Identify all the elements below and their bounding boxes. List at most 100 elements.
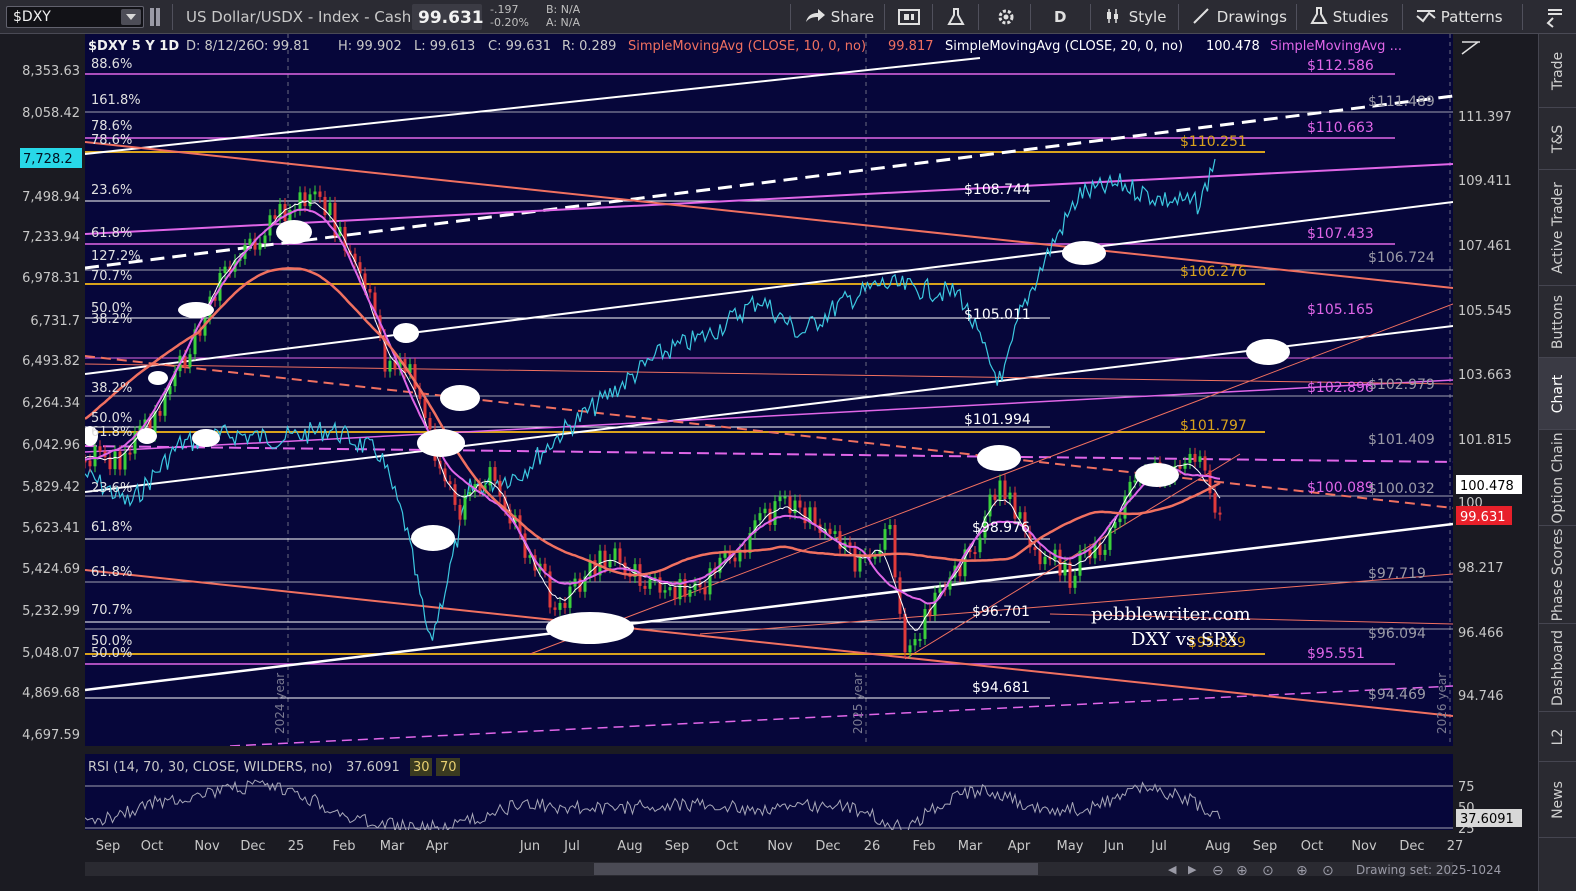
time-axis-tick-label: Dec: [240, 839, 265, 854]
side-tab-t-s[interactable]: T&S: [1539, 108, 1576, 170]
toolbar-separator: [884, 4, 885, 30]
rsi-axis-tick-label: 75: [1458, 780, 1475, 795]
candle-body: [618, 548, 622, 563]
white-price-label: $96.701: [972, 604, 1030, 620]
candle-body: [658, 577, 662, 593]
candle-body: [613, 548, 617, 561]
candle-body: [1213, 493, 1217, 513]
crosshair-icon[interactable]: ⊕: [1296, 863, 1308, 879]
instrument-description: US Dollar/USDX - Index - Cash: [186, 8, 412, 26]
gear-icon[interactable]: [996, 7, 1016, 27]
candle-body: [873, 556, 877, 559]
drawings-label: Drawings: [1216, 8, 1287, 26]
bid-ask: B: N/A A: N/A: [546, 3, 580, 29]
ask-value: A: N/A: [546, 16, 580, 29]
symbol-selector[interactable]: $DXY: [6, 6, 144, 28]
candle-body: [328, 202, 332, 216]
candle-body: [368, 289, 372, 293]
side-tab-buttons[interactable]: Buttons: [1539, 286, 1576, 358]
candle-body: [303, 192, 307, 207]
left-axis-tick-label: 6,042.96: [22, 438, 80, 453]
style-button[interactable]: Style: [1104, 0, 1166, 34]
side-tab-phase-scores[interactable]: Phase Scores: [1539, 526, 1576, 624]
symbol-input-value[interactable]: $DXY: [13, 9, 51, 25]
left-axis-tick-label: 5,623.41: [22, 521, 80, 536]
expand-panel-icon[interactable]: [1546, 6, 1564, 28]
patterns-button[interactable]: Patterns: [1416, 0, 1503, 34]
candle-body: [108, 457, 112, 470]
share-button[interactable]: Share: [804, 0, 874, 34]
candle-body: [128, 452, 132, 455]
candle-body: [493, 467, 497, 481]
time-axis-tick-label: Sep: [96, 839, 121, 854]
sma20-value: 100.478: [1206, 39, 1260, 54]
candle-body: [668, 587, 672, 591]
aggregation-period-button[interactable]: D: [1054, 0, 1066, 34]
zoom-in-icon[interactable]: ⊕: [1236, 863, 1248, 879]
save-layout-icon[interactable]: [898, 8, 920, 26]
link-chain-icon[interactable]: [148, 7, 162, 27]
time-axis-tick-label: Feb: [332, 839, 355, 854]
left-axis-tick-label: 5,048.07: [22, 646, 80, 661]
pan-icon[interactable]: ⊙: [1322, 863, 1334, 879]
change-absolute: -.197: [490, 3, 519, 16]
candle-body: [913, 639, 917, 646]
scrollbar-thumb[interactable]: [594, 863, 1038, 875]
last-price-tag-label: 99.631: [1460, 510, 1506, 525]
time-axis-tick-label: Mar: [958, 839, 983, 854]
side-tab-label: L2: [1550, 728, 1566, 745]
fib-percent-label: 70.7%: [91, 603, 132, 618]
last-price: 99.631: [418, 8, 484, 28]
toolbar-separator: [1178, 4, 1179, 30]
drawings-button[interactable]: Drawings: [1192, 0, 1287, 34]
toolbar-separator: [1090, 4, 1091, 30]
side-tab-dashboard[interactable]: Dashboard: [1539, 624, 1576, 712]
fib-percent-label: 61.8%: [91, 565, 132, 580]
candle-body: [463, 494, 467, 520]
symbol-period-label: $DXY 5 Y 1D: [88, 39, 179, 54]
side-tab-active-trader[interactable]: Active Trader: [1539, 170, 1576, 286]
zoom-out-icon[interactable]: ⊖: [1212, 863, 1224, 879]
candle-body: [388, 360, 392, 372]
studies-button[interactable]: Studies: [1310, 0, 1388, 34]
marker-oval: [1246, 339, 1290, 365]
drawing-set-label: Drawing set: 2025-1024: [1356, 863, 1501, 877]
scroll-right-icon[interactable]: ▶: [1188, 863, 1197, 876]
sma10-value: 99.817: [888, 39, 934, 54]
candle-body: [423, 398, 427, 418]
scroll-left-icon[interactable]: ◀: [1168, 863, 1177, 876]
time-axis-tick-label: Jun: [1103, 839, 1124, 854]
toolbar-separator: [1296, 4, 1297, 30]
side-tab-option-chain[interactable]: Option Chain: [1539, 430, 1576, 526]
magenta-price-label: $112.586: [1307, 58, 1374, 74]
symbol-dropdown-icon[interactable]: [121, 9, 141, 25]
fib-percent-label: 70.7%: [91, 269, 132, 284]
candle-body: [833, 531, 837, 534]
price-chart[interactable]: 2024 year 2025 year 2026 year 88.6% 161.8% 78…: [0, 34, 1538, 891]
toolbar-separator: [172, 4, 173, 30]
toolbar-separator: [932, 4, 933, 30]
net-change: -.197 -0.20%: [490, 3, 529, 29]
flask-icon[interactable]: [946, 7, 966, 27]
right-axis-tick-label: 101.815: [1458, 433, 1512, 448]
candle-body: [558, 602, 562, 610]
toolbar-separator: [790, 4, 791, 30]
fib-percent-label: 61.8%: [91, 425, 132, 440]
candle-body: [1003, 480, 1007, 500]
side-tab-news[interactable]: News: [1539, 762, 1576, 838]
side-tab-trade[interactable]: Trade: [1539, 34, 1576, 108]
candle-body: [648, 579, 652, 589]
candle-body: [938, 588, 942, 593]
candle-body: [923, 609, 927, 639]
year-label: 2025 year: [851, 673, 865, 734]
candle-body: [308, 194, 312, 207]
rsi-current-value: 37.6091: [346, 760, 400, 775]
side-tab-l2[interactable]: L2: [1539, 712, 1576, 762]
marker-oval: [1062, 241, 1106, 265]
zoom-reset-icon[interactable]: ⊙: [1262, 863, 1274, 879]
left-axis-tick-label: 4,869.68: [22, 686, 80, 701]
plot-area[interactable]: [85, 34, 1453, 746]
bar-low: L: 99.613: [414, 39, 475, 54]
side-tab-chart[interactable]: Chart: [1539, 358, 1576, 430]
toolbar-separator: [1402, 4, 1403, 30]
